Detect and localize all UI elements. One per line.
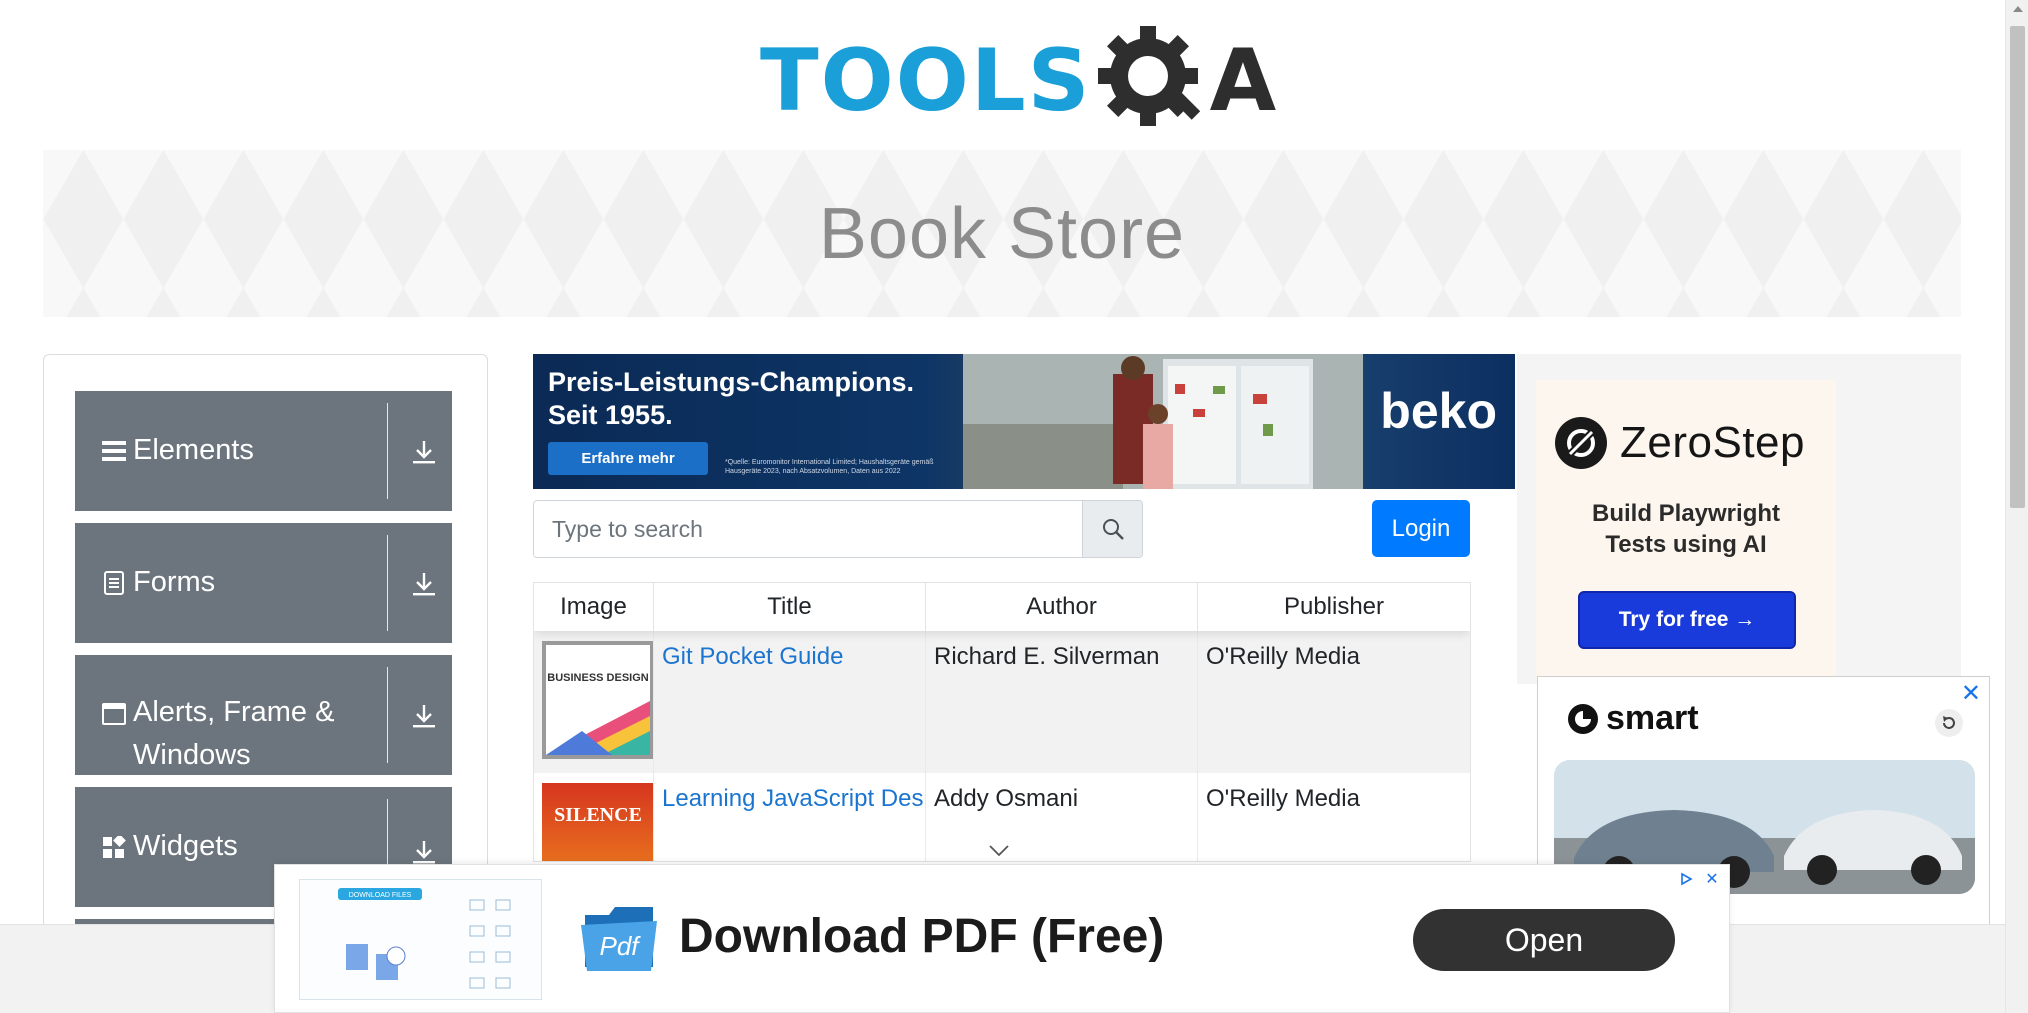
table-header: Image Title Author Publisher (534, 583, 1470, 631)
divider (387, 667, 388, 763)
book-title-cell: Learning JavaScript Design Patterns (654, 773, 926, 861)
pdf-folder-icon: Pdf (581, 907, 657, 971)
ad-headline-line1: Preis-Leistungs-Champions. (548, 367, 915, 397)
column-header-publisher[interactable]: Publisher (1198, 583, 1470, 631)
books-table: Image Title Author Publisher BUSINESS DE… (533, 582, 1471, 862)
sidebar-group-elements[interactable]: Elements (75, 391, 452, 511)
ad-thumbnail: DOWNLOAD FILES (299, 879, 542, 1000)
divider (387, 403, 388, 499)
smart-brand: smart (1606, 699, 1699, 737)
chevron-down-icon[interactable] (988, 844, 1010, 858)
zerostep-subtitle-line2: Tests using AI (1605, 531, 1767, 558)
sidebar-group-alerts[interactable]: Alerts, Frame & Windows (75, 655, 452, 775)
book-cover-text: BUSINESS DESIGN (547, 672, 649, 684)
download-pdf-ad[interactable]: DOWNLOAD FILES Pdf Download PDF (Free) O… (274, 864, 1730, 1013)
zerostep-ad[interactable]: ZeroStep Build Playwright Tests using AI… (1536, 380, 1836, 680)
search-input[interactable] (534, 501, 1082, 557)
book-publisher-cell: O'Reilly Media (1206, 785, 1360, 812)
book-title-cell: Git Pocket Guide (654, 631, 926, 773)
open-button[interactable]: Open (1413, 909, 1675, 971)
zerostep-name: ZeroStep (1620, 418, 1805, 467)
vertical-scrollbar[interactable] (2005, 0, 2028, 1013)
ad-close-icon[interactable]: ✕ (1961, 679, 1981, 708)
column-header-title[interactable]: Title (654, 583, 926, 631)
ad-thumbnail-header: DOWNLOAD FILES (349, 892, 412, 899)
download-arrow-icon[interactable] (411, 437, 437, 467)
logo-qa-mark: A (1092, 22, 1277, 140)
search-button[interactable] (1082, 501, 1142, 557)
book-image-cell: SILENCE (534, 773, 654, 861)
download-arrow-icon[interactable] (411, 701, 437, 731)
book-publisher-cell: O'Reilly Media (1206, 643, 1360, 670)
kitchen-scene-image (963, 354, 1363, 489)
widgets-icon (101, 835, 127, 861)
ad-fine-print: *Quelle: Euromonitor International Limit… (725, 459, 934, 475)
page-banner: Book Store (43, 150, 1961, 317)
logo-tools-text: TOOLS (760, 31, 1092, 131)
ad-close-icon[interactable]: ✕ (1701, 869, 1723, 889)
ad-cta-button[interactable]: Erfahre mehr (548, 442, 708, 475)
sidebar-group-label: Widgets (133, 830, 238, 862)
book-cover-text: SILENCE (554, 804, 642, 826)
zerostep-logo: ZeroStep (1554, 416, 1805, 470)
ad-headline: Preis-Leistungs-Champions. Seit 1955. (548, 366, 914, 432)
book-title-link[interactable]: Git Pocket Guide (662, 643, 843, 670)
replay-icon[interactable] (1935, 709, 1963, 737)
window-icon (101, 701, 127, 727)
sidebar-group-label: Forms (133, 566, 216, 598)
table-row: BUSINESS DESIGN Git Pocket Guide Richard… (534, 631, 1470, 773)
zerostep-subtitle: Build Playwright Tests using AI (1536, 498, 1836, 560)
book-author-cell: Addy Osmani (926, 773, 1198, 861)
smart-logo-icon (1568, 703, 1598, 734)
column-header-image[interactable]: Image (534, 583, 654, 631)
book-image-cell: BUSINESS DESIGN (534, 631, 654, 773)
page: TOOLS A Book Store Elements Forms Alerts… (0, 0, 2028, 1013)
beko-ad-banner[interactable]: Preis-Leistungs-Champions. Seit 1955. Er… (533, 354, 1515, 489)
hamburger-icon (101, 438, 127, 464)
try-for-free-button[interactable]: Try for free → (1578, 591, 1796, 649)
ad-headline-line2: Seit 1955. (548, 400, 673, 430)
sidebar-group-label: Alerts, Frame & Windows (133, 696, 335, 771)
login-button[interactable]: Login (1372, 500, 1470, 557)
book-title-link[interactable]: Learning JavaScript Design Patterns (662, 785, 925, 812)
scroll-up-arrow-icon[interactable] (2013, 6, 2023, 12)
smart-logo: smart (1566, 699, 1699, 738)
toolsqa-logo[interactable]: TOOLS A (760, 22, 1276, 140)
zerostep-subtitle-line1: Build Playwright (1591, 500, 1780, 527)
ad-controls: ✕ (1675, 869, 1723, 889)
sidebar-group-forms[interactable]: Forms (75, 523, 452, 643)
pdf-icon-text: Pdf (599, 931, 641, 961)
sidebar-group-label: Elements (133, 434, 254, 466)
zerostep-logo-icon (1555, 417, 1607, 469)
scrollbar-thumb[interactable] (2010, 26, 2025, 508)
divider (387, 535, 388, 631)
logo-a-text: A (1209, 31, 1277, 131)
adchoices-icon[interactable] (1675, 869, 1697, 889)
beko-logo: beko (1380, 383, 1497, 439)
gear-magnifier-icon (1097, 26, 1200, 126)
book-author-cell: Richard E. Silverman (926, 631, 1198, 773)
column-header-author[interactable]: Author (926, 583, 1198, 631)
page-title: Book Store (818, 193, 1186, 274)
download-arrow-icon[interactable] (411, 837, 437, 867)
book-cover-image: BUSINESS DESIGN (542, 641, 653, 759)
ad-title: Download PDF (Free) (679, 910, 1165, 963)
document-icon (101, 570, 127, 596)
download-arrow-icon[interactable] (411, 569, 437, 599)
search-icon (1102, 519, 1124, 540)
book-cover-image: SILENCE (542, 783, 653, 861)
search-box (533, 500, 1143, 558)
